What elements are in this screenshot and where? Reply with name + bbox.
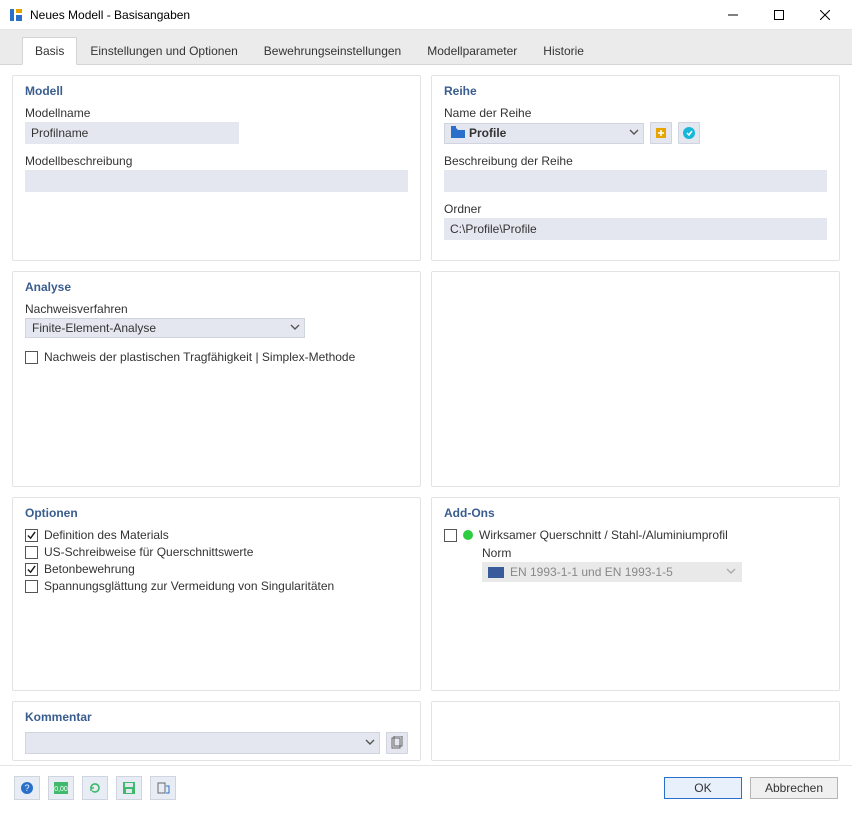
addon-effective-section[interactable]: Wirksamer Querschnitt / Stahl-/Aluminium… [444,528,827,542]
panel-model: Modell Modellname Modellbeschreibung [12,75,421,261]
panel-empty-mid [431,271,840,487]
footer-help-button[interactable]: ? [14,776,40,800]
panel-heading: Add-Ons [444,506,827,520]
model-name-input[interactable] [25,122,239,144]
analysis-plastic-label: Nachweis der plastischen Tragfähigkeit |… [44,350,355,364]
panel-options: Optionen Definition des Materials US-Sch… [12,497,421,691]
series-desc-input[interactable] [444,170,827,192]
checkbox-icon [25,529,38,542]
panel-heading: Kommentar [25,710,408,724]
comment-dropdown[interactable] [25,732,380,754]
series-name-dropdown[interactable]: Profile [444,123,644,144]
panel-heading: Optionen [25,506,408,520]
series-desc-label: Beschreibung der Reihe [444,154,827,168]
chevron-down-icon [726,565,736,579]
model-desc-label: Modellbeschreibung [25,154,408,168]
series-name-value: Profile [469,126,506,140]
analysis-method-value: Finite-Element-Analyse [32,321,156,335]
option-label: Betonbewehrung [44,562,135,576]
checkbox-icon [25,563,38,576]
chevron-down-icon [629,126,639,140]
footer-units-button[interactable]: 0,00 [48,776,74,800]
footer-reset-button[interactable] [82,776,108,800]
folder-icon [451,126,465,141]
analysis-plastic-checkbox-row[interactable]: Nachweis der plastischen Tragfähigkeit |… [25,350,408,364]
checkbox-icon [25,351,38,364]
tab-settings-options[interactable]: Einstellungen und Optionen [77,37,250,65]
series-new-button[interactable] [650,122,672,144]
checkbox-icon [25,546,38,559]
tab-model-parameters[interactable]: Modellparameter [414,37,530,65]
app-icon [8,7,24,23]
panel-heading: Analyse [25,280,408,294]
model-desc-input[interactable] [25,170,408,192]
svg-text:0,00: 0,00 [54,786,68,793]
tab-history[interactable]: Historie [530,37,597,65]
option-us-notation[interactable]: US-Schreibweise für Querschnittswerte [25,545,408,559]
panel-series: Reihe Name der Reihe Profile Beschreibun… [431,75,840,261]
panel-heading: Reihe [444,84,827,98]
minimize-button[interactable] [710,0,756,30]
footer-load-default-button[interactable] [150,776,176,800]
footer-bar: ? 0,00 OK Abbrechen [0,765,852,814]
option-material-definition[interactable]: Definition des Materials [25,528,408,542]
series-folder-label: Ordner [444,202,827,216]
close-button[interactable] [802,0,848,30]
checkbox-icon [444,529,457,542]
panel-analysis: Analyse Nachweisverfahren Finite-Element… [12,271,421,487]
eu-flag-icon [488,567,504,578]
panel-heading: Modell [25,84,408,98]
analysis-method-dropdown[interactable]: Finite-Element-Analyse [25,318,305,338]
window-title: Neues Modell - Basisangaben [30,8,710,22]
tab-basis[interactable]: Basis [22,37,77,65]
panel-addons: Add-Ons Wirksamer Querschnitt / Stahl-/A… [431,497,840,691]
cancel-button[interactable]: Abbrechen [750,777,838,799]
addon-norm-dropdown: EN 1993-1-1 und EN 1993-1-5 [482,562,742,582]
panel-comment: Kommentar [12,701,421,761]
series-open-button[interactable] [678,122,700,144]
title-bar: Neues Modell - Basisangaben [0,0,852,30]
chevron-down-icon [290,321,300,335]
analysis-method-label: Nachweisverfahren [25,302,408,316]
addon-norm-value: EN 1993-1-1 und EN 1993-1-5 [510,565,673,579]
tab-strip: Basis Einstellungen und Optionen Bewehru… [0,30,852,65]
ok-button[interactable]: OK [664,777,742,799]
panel-empty-bottom [431,701,840,761]
chevron-down-icon [365,736,375,750]
tab-reinforcement-settings[interactable]: Bewehrungseinstellungen [251,37,414,65]
option-concrete-reinforcement[interactable]: Betonbewehrung [25,562,408,576]
model-name-label: Modellname [25,106,408,120]
comment-edit-button[interactable] [386,732,408,754]
addon-norm-label: Norm [482,546,827,560]
svg-text:?: ? [24,783,29,793]
addon-label: Wirksamer Querschnitt / Stahl-/Aluminium… [479,528,728,542]
series-folder-input [444,218,827,240]
option-label: Spannungsglättung zur Vermeidung von Sin… [44,579,334,593]
option-stress-smoothing[interactable]: Spannungsglättung zur Vermeidung von Sin… [25,579,408,593]
checkbox-icon [25,580,38,593]
option-label: US-Schreibweise für Querschnittswerte [44,545,253,559]
status-dot-icon [463,530,473,540]
footer-save-default-button[interactable] [116,776,142,800]
option-label: Definition des Materials [44,528,169,542]
series-name-label: Name der Reihe [444,106,827,120]
maximize-button[interactable] [756,0,802,30]
